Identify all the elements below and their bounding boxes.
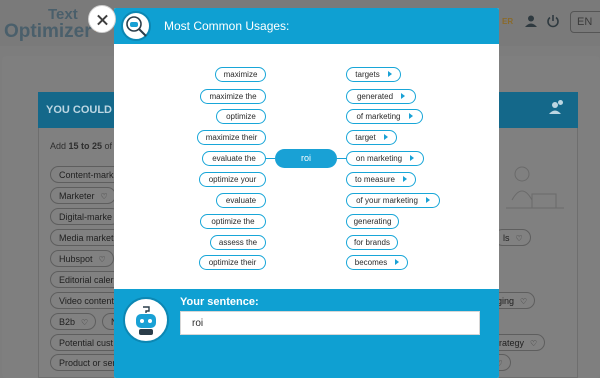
preceding-word[interactable]: maximize the xyxy=(200,89,266,104)
keyword-chip[interactable]: Digital-marke xyxy=(50,208,121,225)
keyword-chip-label: ging xyxy=(497,296,515,306)
keyword-chip[interactable]: Content-mark xyxy=(50,166,122,183)
preceding-word[interactable]: evaluate xyxy=(216,193,266,208)
thinking-robot-icon xyxy=(123,297,169,343)
expand-arrow-icon[interactable] xyxy=(387,71,392,77)
preceding-word[interactable]: maximize their xyxy=(197,130,266,145)
following-word[interactable]: targets xyxy=(346,67,401,82)
heart-icon[interactable]: ♡ xyxy=(99,255,106,264)
center-keyword: roi xyxy=(275,149,337,168)
keyword-chip[interactable]: Potential cust xyxy=(50,334,122,351)
expand-arrow-icon[interactable] xyxy=(425,197,430,203)
preceding-word[interactable]: optimize the xyxy=(200,214,266,229)
keyword-chip-label: Media market xyxy=(59,233,114,243)
preceding-word[interactable]: maximize xyxy=(215,67,266,82)
expand-arrow-icon[interactable] xyxy=(401,93,406,99)
following-word[interactable]: on marketing xyxy=(346,151,424,166)
close-icon[interactable] xyxy=(88,5,116,33)
keyword-chip-label: rategy xyxy=(499,338,525,348)
heart-icon[interactable]: ♡ xyxy=(101,192,108,201)
logo-line2: Optimizer xyxy=(4,21,92,42)
preceding-word[interactable]: optimize their xyxy=(199,255,266,270)
following-word[interactable]: of your marketing xyxy=(346,193,440,208)
keyword-chip-label: Hubspot xyxy=(59,254,93,264)
heart-icon[interactable]: ♡ xyxy=(530,339,537,348)
preceding-word[interactable]: optimize your xyxy=(199,172,266,187)
power-icon[interactable] xyxy=(546,14,560,28)
preceding-word[interactable]: evaluate the xyxy=(202,151,266,166)
following-word[interactable]: becomes xyxy=(346,255,408,270)
keyword-chip-label: Video content xyxy=(59,296,114,306)
keyword-chip[interactable]: Hubspot ♡ xyxy=(50,250,114,267)
keyword-chip-label: Marketer xyxy=(59,191,95,201)
keyword-chip[interactable]: ls ♡ xyxy=(494,229,531,246)
usage-modal: Most Common Usages: maximize maximize the… xyxy=(114,8,499,378)
preceding-word[interactable]: optimize xyxy=(216,109,266,124)
keyword-chip[interactable]: Editorial caler xyxy=(50,271,122,288)
keyword-chip-label: Content-mark xyxy=(59,170,114,180)
following-word[interactable]: for brands xyxy=(346,235,398,250)
keyword-chip[interactable]: B2b ♡ xyxy=(50,313,97,330)
expand-arrow-icon[interactable] xyxy=(408,113,413,119)
heart-icon[interactable]: ♡ xyxy=(81,318,88,327)
language-select[interactable]: EN xyxy=(570,11,600,33)
add-user-icon[interactable] xyxy=(549,100,563,114)
keyword-chip[interactable]: Marketer ♡ xyxy=(50,187,116,204)
following-word[interactable]: target xyxy=(346,130,397,145)
following-word[interactable]: of marketing xyxy=(346,109,423,124)
keyword-chip-label: Editorial caler xyxy=(59,275,114,285)
sentence-input[interactable] xyxy=(180,311,480,335)
expand-arrow-icon[interactable] xyxy=(383,134,388,140)
user-icon[interactable] xyxy=(524,14,538,28)
expand-arrow-icon[interactable] xyxy=(403,176,408,182)
keyword-chip[interactable]: Media market xyxy=(50,229,122,246)
header-menu-item[interactable]: ER xyxy=(502,17,513,26)
following-word[interactable]: to measure xyxy=(346,172,416,187)
keyword-chip-label: Digital-marke xyxy=(59,212,113,222)
keyword-chip-label: B2b xyxy=(59,317,76,327)
instruction-text: Add 15 to 25 of t xyxy=(50,141,117,151)
following-word[interactable]: generating xyxy=(346,214,399,229)
keyword-chip-label: Potential cust xyxy=(59,338,114,348)
instruction-range: 15 to 25 xyxy=(68,141,103,151)
person-illustration xyxy=(506,166,564,209)
sentence-label: Your sentence: xyxy=(180,296,259,308)
modal-title: Most Common Usages: xyxy=(164,19,290,33)
connector-line xyxy=(266,158,275,159)
instruction-prefix: Add xyxy=(50,141,69,151)
expand-arrow-icon[interactable] xyxy=(410,155,415,161)
suggestions-title: YOU COULD I xyxy=(46,104,119,116)
heart-icon[interactable]: ♡ xyxy=(520,297,527,306)
preceding-word[interactable]: assess the xyxy=(210,235,266,250)
expand-arrow-icon[interactable] xyxy=(395,259,400,265)
keyword-chip-label: ls xyxy=(503,233,510,243)
keyword-chip[interactable]: Video content xyxy=(50,292,122,309)
heart-icon[interactable]: ♡ xyxy=(516,234,523,243)
connector-line xyxy=(337,158,346,159)
following-word[interactable]: generated xyxy=(346,89,416,104)
magnifier-robot-icon xyxy=(121,11,151,41)
